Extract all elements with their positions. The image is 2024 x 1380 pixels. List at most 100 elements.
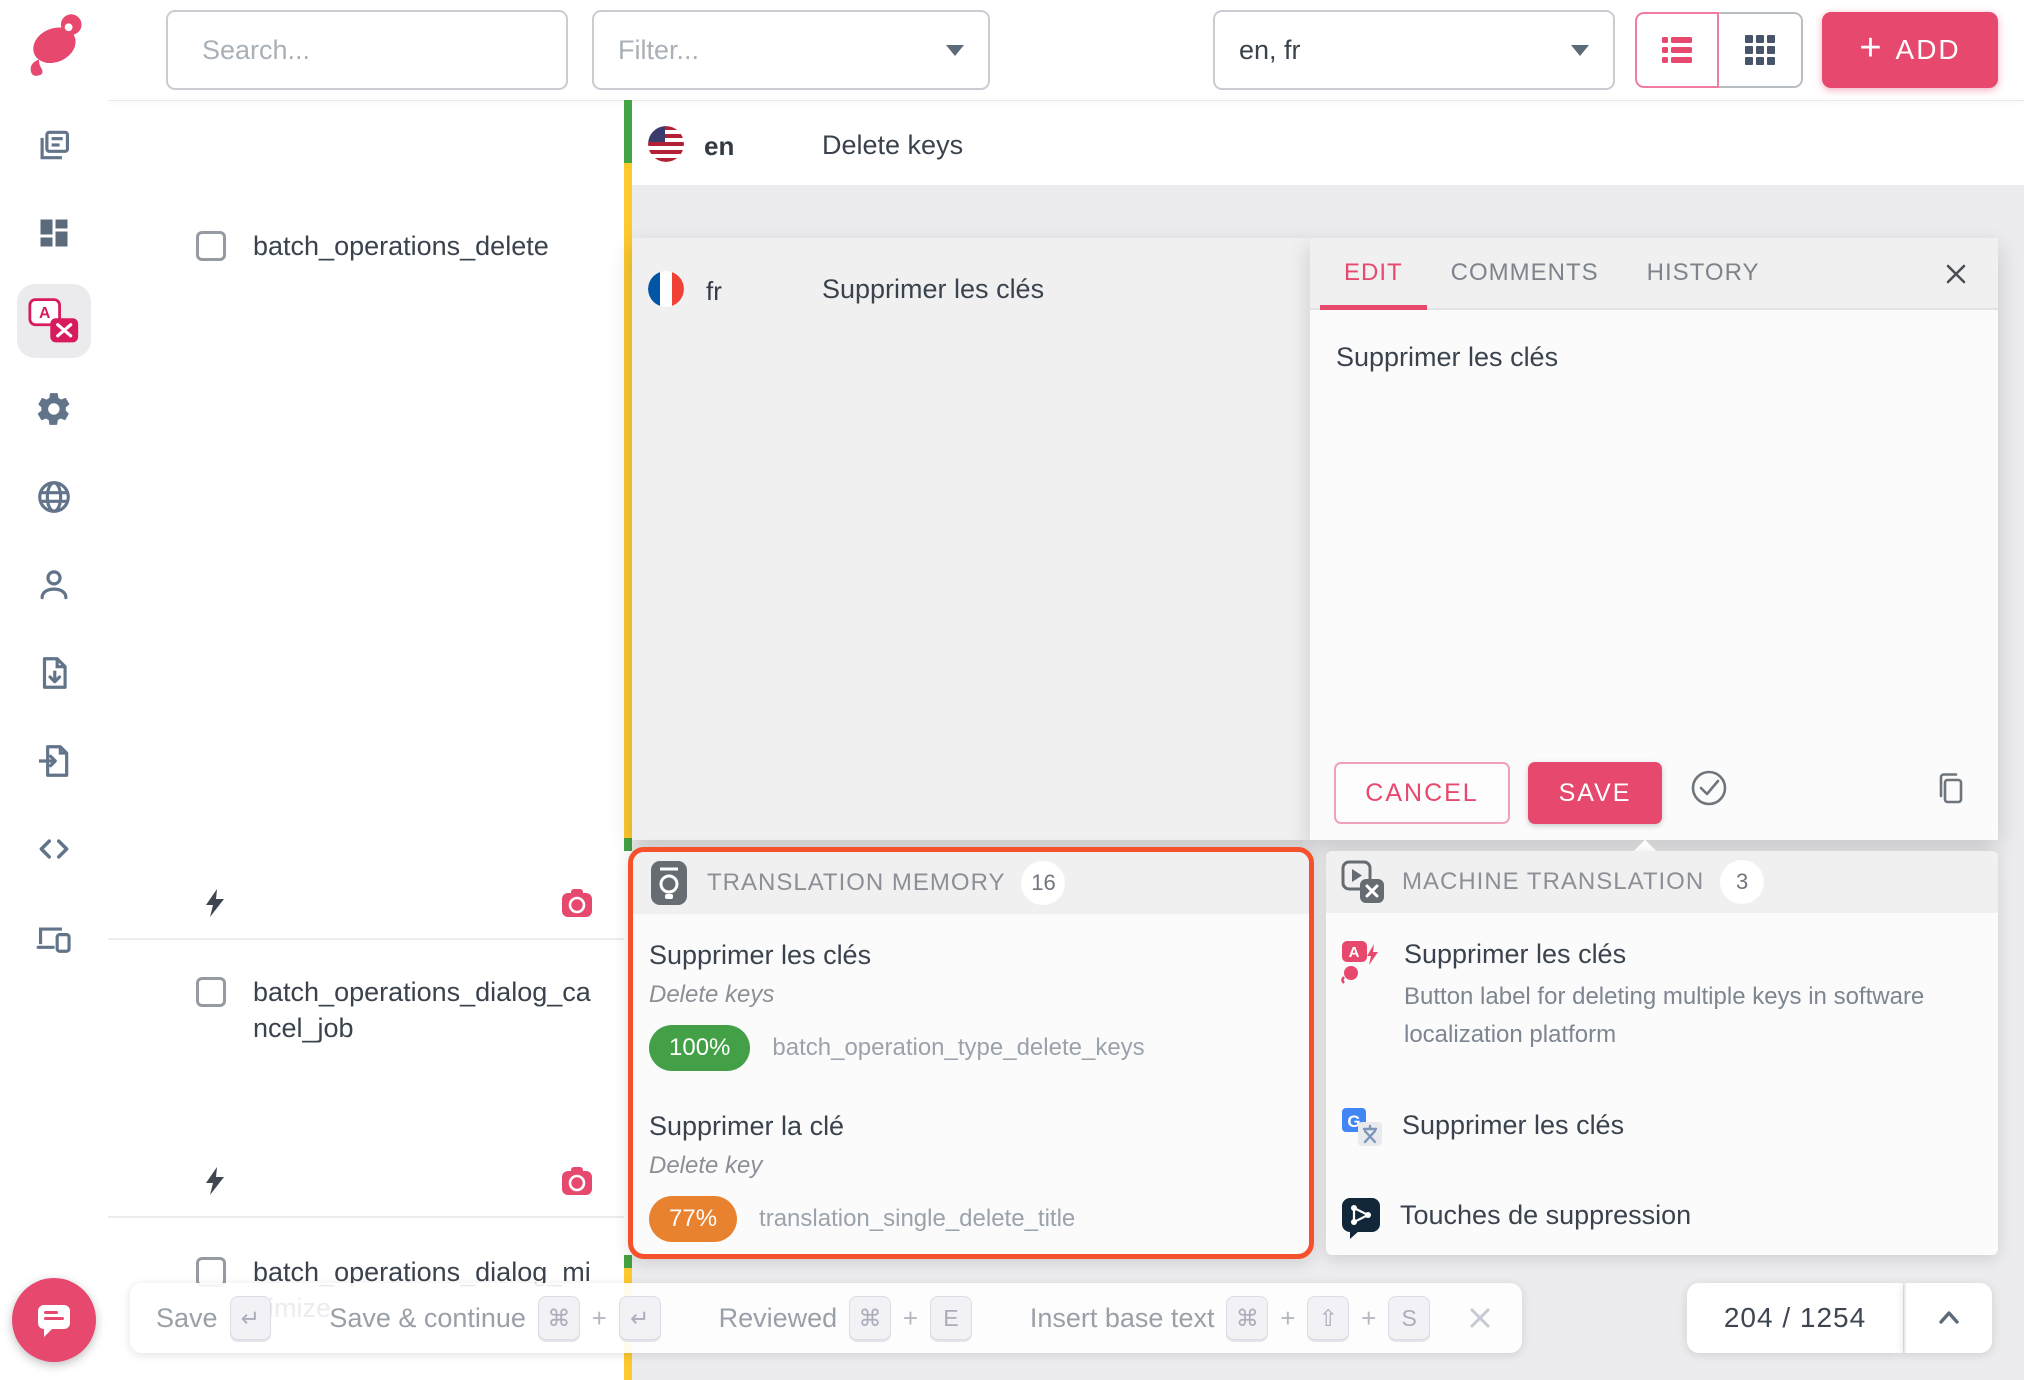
projects-icon [35, 126, 73, 164]
list-view-button[interactable] [1635, 12, 1719, 88]
panel-title: MACHINE TRANSLATION [1402, 868, 1704, 896]
globe-icon [35, 478, 73, 516]
target-lang-tag: fr [706, 276, 722, 307]
svg-text:A: A [1349, 944, 1360, 961]
tab-edit[interactable]: EDIT [1320, 238, 1427, 308]
save-button[interactable]: SAVE [1528, 762, 1662, 824]
sidebar-item-translations[interactable]: A [17, 284, 91, 358]
sidebar-item-integrate[interactable] [17, 812, 91, 886]
sidebar-item-projects[interactable] [17, 108, 91, 182]
tm-suggestion[interactable]: Supprimer les clés Delete keys 100% batc… [633, 940, 1309, 1071]
mt-suggestion-text: Touches de suppression [1400, 1200, 1691, 1240]
bolt-icon [200, 888, 230, 918]
person-icon [35, 566, 73, 604]
state-reviewed-indicator [624, 100, 632, 163]
languages-value: en, fr [1239, 35, 1301, 66]
screenshot-camera-button[interactable] [560, 888, 594, 920]
row-divider [108, 1216, 624, 1218]
panel-title: TRANSLATION MEMORY [707, 869, 1005, 897]
tolgee-mt-icon: A [1340, 939, 1386, 985]
key-name[interactable]: batch_operations_delete [253, 228, 593, 264]
tab-comments[interactable]: COMMENTS [1427, 238, 1623, 308]
devices-icon [34, 918, 74, 956]
state-translated-indicator [624, 163, 632, 838]
cmd-keycap: ⌘ [849, 1296, 891, 1340]
plus-separator: + [903, 1303, 918, 1334]
match-percent-badge: 77% [649, 1196, 737, 1242]
sidebar-item-import[interactable] [17, 724, 91, 798]
chevron-up-icon [1931, 1300, 1967, 1336]
source-translation-cell[interactable]: en Delete keys [632, 100, 2024, 185]
shortcut-label: Save [156, 1303, 218, 1334]
previous-key-button[interactable] [1904, 1283, 1992, 1353]
sidebar-item-members[interactable] [17, 548, 91, 622]
list-view-icon [1657, 31, 1697, 69]
shortcut-bar: Save ↵ Save & continue ⌘ + ↵ Reviewed ⌘ … [130, 1283, 1522, 1353]
sidebar-item-languages[interactable] [17, 460, 91, 534]
tm-key-name: batch_operation_type_delete_keys [772, 1034, 1144, 1062]
screenshot-camera-button[interactable] [560, 1166, 594, 1198]
count-badge: 3 [1720, 860, 1764, 904]
flag-us-icon [648, 126, 684, 162]
enter-keycap: ↵ [230, 1296, 272, 1340]
plus-separator: + [1280, 1303, 1295, 1334]
tolgee-translations-screen: batch_operations_delete batch_operations… [0, 0, 2024, 1380]
target-translation-cell[interactable]: fr Supprimer les clés [632, 238, 1310, 840]
editor-tabs: EDIT COMMENTS HISTORY [1310, 238, 1998, 310]
chevron-down-icon [946, 45, 964, 56]
state-reviewed-indicator [624, 1255, 632, 1268]
translation-input[interactable]: Supprimer les clés [1336, 342, 1966, 373]
chat-support-button[interactable] [12, 1278, 96, 1362]
tolgee-logo[interactable] [26, 8, 88, 80]
mt-suggestion-description: Button label for deleting multiple keys … [1404, 978, 1964, 1054]
key-checkbox[interactable] [196, 977, 226, 1007]
sidebar-item-settings[interactable] [17, 372, 91, 446]
mt-suggestion[interactable]: A Supprimer les clés Button label for de… [1326, 939, 1998, 1054]
grid-view-button[interactable] [1719, 12, 1803, 88]
key-list: batch_operations_delete batch_operations… [108, 100, 624, 1380]
file-export-icon [35, 654, 73, 692]
close-icon[interactable] [1464, 1302, 1496, 1334]
sidebar-item-export[interactable] [17, 636, 91, 710]
machine-translation-header: MACHINE TRANSLATION 3 [1326, 851, 1998, 913]
shortcut-label: Insert base text [1030, 1303, 1215, 1334]
chat-icon [32, 1299, 76, 1341]
shift-keycap: ⇧ [1307, 1296, 1349, 1340]
filter-select[interactable]: Filter... [592, 10, 990, 90]
mt-suggestion[interactable]: Touches de suppression [1326, 1196, 1998, 1240]
key-name[interactable]: batch_operations_dialog_cancel_job [253, 974, 593, 1046]
mark-reviewed-icon[interactable] [1688, 767, 1730, 814]
add-button[interactable]: + ADD [1822, 12, 1998, 88]
deepl-icon [1340, 1196, 1382, 1240]
tab-history[interactable]: HISTORY [1623, 238, 1784, 308]
match-percent-badge: 100% [649, 1025, 750, 1071]
close-icon[interactable] [1940, 258, 1972, 295]
target-text: Supprimer les clés [822, 274, 1044, 305]
mt-suggestion-text: Supprimer les clés [1402, 1110, 1624, 1150]
cancel-button[interactable]: CANCEL [1334, 762, 1510, 824]
state-reviewed-indicator [624, 838, 632, 851]
shortcut-label: Reviewed [719, 1303, 838, 1334]
source-text: Delete keys [822, 130, 963, 161]
google-translate-icon: G [1340, 1106, 1384, 1150]
copy-icon[interactable] [1932, 769, 1970, 812]
dashboard-icon [36, 215, 72, 251]
languages-select[interactable]: en, fr [1213, 10, 1615, 90]
tm-target-text: Supprimer la clé [649, 1111, 1293, 1142]
svg-text:A: A [39, 305, 50, 322]
key-checkbox[interactable] [196, 231, 226, 261]
search-box [166, 10, 568, 90]
shortcut-label: Save & continue [329, 1303, 526, 1334]
sidebar-item-apps[interactable] [17, 900, 91, 974]
s-keycap: S [1388, 1296, 1430, 1340]
mt-suggestion[interactable]: G Supprimer les clés [1326, 1106, 1998, 1150]
file-import-icon [35, 742, 73, 780]
tm-suggestion[interactable]: Supprimer la clé Delete key 77% translat… [633, 1111, 1309, 1242]
tm-target-text: Supprimer les clés [649, 940, 1293, 971]
sidebar-item-dashboard[interactable] [17, 196, 91, 270]
view-toggle [1635, 12, 1803, 88]
search-input[interactable] [200, 34, 558, 67]
filter-placeholder: Filter... [618, 35, 699, 66]
chevron-down-icon [1571, 45, 1589, 56]
tm-source-text: Delete keys [649, 981, 1293, 1009]
